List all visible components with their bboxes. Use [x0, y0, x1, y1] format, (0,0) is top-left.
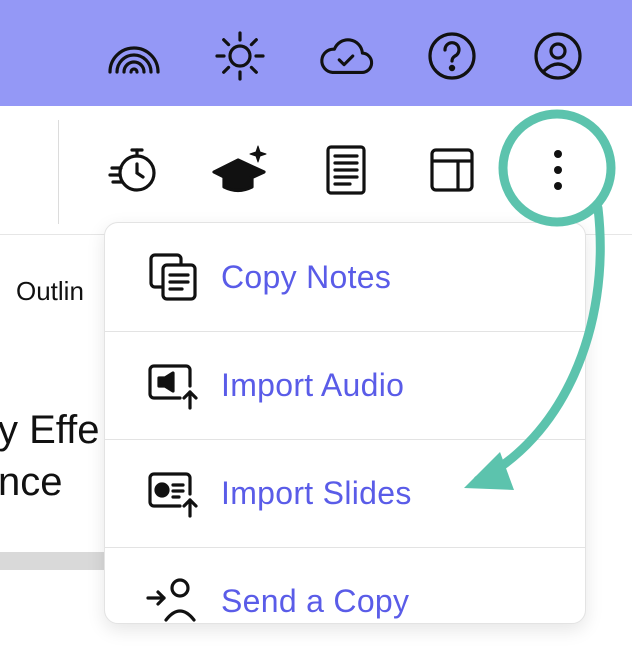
- menu-item-copy-notes[interactable]: Copy Notes: [105, 223, 585, 331]
- document-title-line-2: nce: [0, 460, 63, 504]
- more-options-menu: Copy Notes Import Audio Import Slides Se…: [104, 222, 586, 624]
- layout-icon[interactable]: [424, 142, 480, 198]
- menu-item-send-copy[interactable]: Send a Copy: [105, 547, 585, 655]
- timer-icon[interactable]: [106, 142, 162, 198]
- toolbar-divider: [58, 120, 59, 224]
- help-icon[interactable]: [424, 28, 480, 84]
- top-bar: [0, 0, 632, 106]
- document-title-line-1: y Effe: [0, 408, 100, 452]
- copy-notes-icon: [143, 247, 203, 307]
- rainbow-icon[interactable]: [106, 28, 162, 84]
- graduation-cap-sparkle-icon[interactable]: [212, 142, 268, 198]
- send-copy-label: Send a Copy: [221, 583, 410, 619]
- import-audio-icon: [143, 356, 203, 416]
- import-slides-label: Import Slides: [221, 475, 412, 511]
- more-vertical-icon[interactable]: [530, 142, 586, 198]
- menu-item-import-slides[interactable]: Import Slides: [105, 439, 585, 547]
- import-audio-label: Import Audio: [221, 367, 405, 403]
- menu-item-import-audio[interactable]: Import Audio: [105, 331, 585, 439]
- copy-notes-label: Copy Notes: [221, 258, 392, 295]
- toolbar: [0, 106, 632, 235]
- cloud-check-icon[interactable]: [318, 28, 374, 84]
- horizontal-scrollbar[interactable]: [0, 552, 108, 570]
- user-icon[interactable]: [530, 28, 586, 84]
- send-copy-icon: [143, 572, 203, 632]
- sun-icon[interactable]: [212, 28, 268, 84]
- notes-icon[interactable]: [318, 142, 374, 198]
- tab-outline[interactable]: Outlin: [16, 276, 106, 307]
- import-slides-icon: [143, 464, 203, 524]
